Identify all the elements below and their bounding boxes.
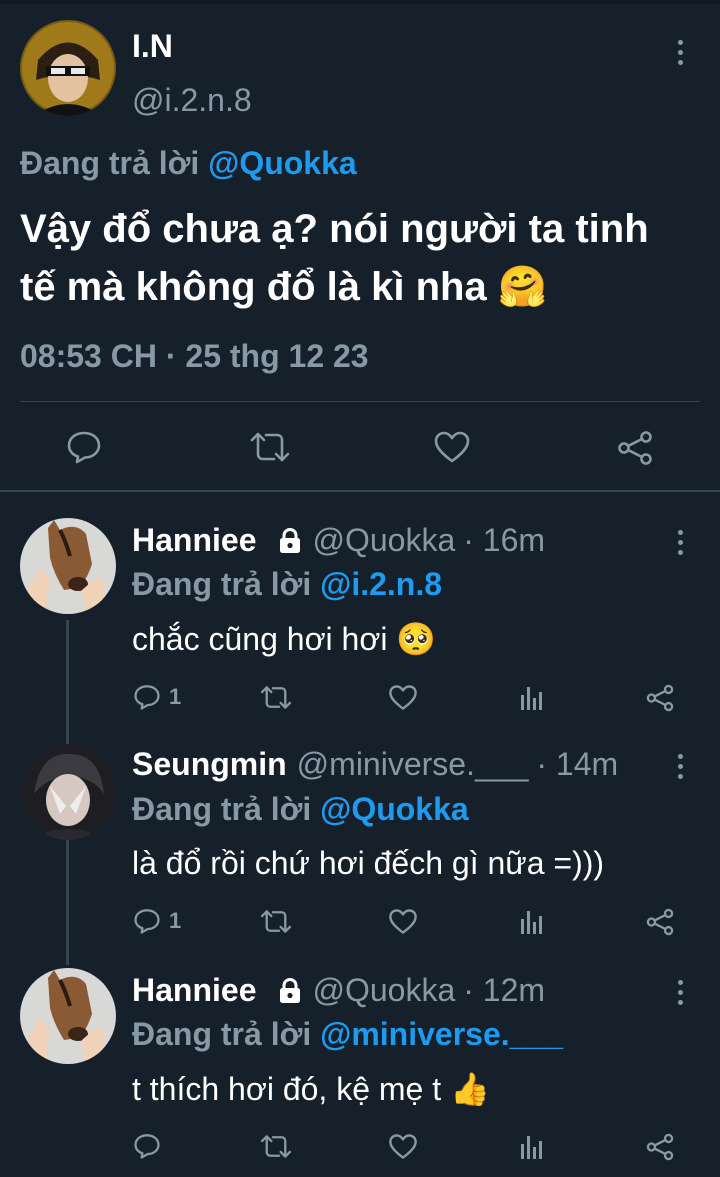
reply-icon[interactable] <box>66 430 102 464</box>
avatar-main-image <box>20 20 116 116</box>
reply-icon <box>134 685 160 710</box>
reply-2-handle[interactable]: @miniverse.___ <box>297 746 529 783</box>
reply-2-like-icon[interactable] <box>388 908 418 935</box>
main-divider-top <box>20 401 700 402</box>
reply-2-text: là đổ rồi chứ hơi đếch gì nữa =))) <box>132 845 605 881</box>
reply-1-replying-to: Đang trả lời @i.2.n.8 <box>132 566 442 603</box>
reply-2-replying-to-label: Đang trả lời <box>132 791 312 827</box>
thumbs-up-emoji: 👍 <box>450 1070 490 1108</box>
lock-icon <box>278 527 302 554</box>
retweet-icon[interactable] <box>248 430 292 464</box>
reply-1-reply-count: 1 <box>169 684 182 709</box>
horse-mask-avatar-image <box>20 518 116 614</box>
reply-3-more-icon[interactable] <box>675 980 685 1005</box>
main-tweet-text: Vậy đổ chưa ạ? nói người ta tinh tế mà k… <box>20 200 649 316</box>
reply-2-reply-button[interactable]: 1 <box>133 908 181 934</box>
reply-1-reply-button[interactable]: 1 <box>133 684 181 710</box>
main-tweet-text-line1: Vậy đổ chưa ạ? nói người ta tinh <box>20 207 649 251</box>
main-tweet-text-line2: tế mà không đổ là kì nha <box>20 265 487 309</box>
reply-1-handle[interactable]: @Quokka <box>312 522 455 559</box>
reply-1-replying-to-handle[interactable]: @i.2.n.8 <box>320 566 442 602</box>
top-status-strip <box>0 0 720 4</box>
main-divider-bottom <box>0 490 720 492</box>
reply-1-text-block: chắc cũng hơi hơi 🥺 <box>132 620 436 658</box>
main-more-icon[interactable] <box>675 40 685 65</box>
reply-3-reply-icon[interactable] <box>133 1133 161 1159</box>
reply-2-replying-to: Đang trả lời @Quokka <box>132 791 469 828</box>
reply-2-header: Seungmin @miniverse.___ · 14m <box>132 746 618 783</box>
main-replying-to-label: Đang trả lời <box>20 145 200 181</box>
reply-2-analytics-icon[interactable] <box>519 908 543 936</box>
reply-1-more-icon[interactable] <box>675 530 685 555</box>
seungmin-avatar-image <box>20 744 116 840</box>
like-icon[interactable] <box>433 430 471 464</box>
reply-1-time[interactable]: · 16m <box>463 522 545 559</box>
reply-1-analytics-icon[interactable] <box>519 684 543 712</box>
reply-2-display-name[interactable]: Seungmin <box>132 746 287 783</box>
main-replying-to-handle[interactable]: @Quokka <box>208 145 357 181</box>
hugging-face-emoji: 🤗 <box>497 264 548 310</box>
reply-2-time[interactable]: · 14m <box>536 746 618 783</box>
reply-1-share-icon[interactable] <box>646 684 674 712</box>
reply-3-text-block: t thích hơi đó, kệ mẹ t 👍 <box>132 1070 490 1108</box>
reply-1-retweet-icon[interactable] <box>259 684 293 711</box>
avatar-reply-2[interactable] <box>20 744 116 840</box>
reply-3-time[interactable]: · 12m <box>463 972 545 1009</box>
reply-3-analytics-icon[interactable] <box>519 1133 543 1161</box>
reply-1-text: chắc cũng hơi hơi <box>132 621 388 657</box>
reply-3-like-icon[interactable] <box>388 1133 418 1160</box>
reply-3-replying-to-label: Đang trả lời <box>132 1016 312 1052</box>
reply-3-display-name[interactable]: Hanniee <box>132 972 256 1009</box>
reply-1-header: Hanniee @Quokka · 16m <box>132 522 545 559</box>
reply-1-replying-to-label: Đang trả lời <box>132 566 312 602</box>
reply-1-display-name[interactable]: Hanniee <box>132 522 256 559</box>
main-display-name[interactable]: I.N <box>132 28 173 65</box>
pleading-face-emoji: 🥺 <box>396 620 437 658</box>
reply-2-retweet-icon[interactable] <box>259 908 293 935</box>
main-timestamp[interactable]: 08:53 CH · 25 thg 12 23 <box>20 338 369 375</box>
reply-3-share-icon[interactable] <box>646 1133 674 1161</box>
reply-2-replying-to-handle[interactable]: @Quokka <box>320 791 469 827</box>
reply-2-share-icon[interactable] <box>646 908 674 936</box>
reply-3-header: Hanniee @Quokka · 12m <box>132 972 545 1009</box>
reply-3-retweet-icon[interactable] <box>259 1133 293 1160</box>
avatar-reply-3[interactable] <box>20 968 116 1064</box>
reply-icon <box>134 909 160 934</box>
reply-1-like-icon[interactable] <box>388 684 418 711</box>
reply-3-replying-to-handle[interactable]: @miniverse.___ <box>320 1016 563 1052</box>
avatar-main[interactable] <box>20 20 116 116</box>
reply-3-text: t thích hơi đó, kệ mẹ t <box>132 1071 442 1107</box>
lock-icon <box>278 977 302 1004</box>
main-replying-to: Đang trả lời @Quokka <box>20 145 357 182</box>
reply-2-reply-count: 1 <box>169 908 182 933</box>
horse-mask-avatar-image <box>20 968 116 1064</box>
reply-2-more-icon[interactable] <box>675 754 685 779</box>
share-icon[interactable] <box>617 430 653 466</box>
main-handle[interactable]: @i.2.n.8 <box>132 82 252 119</box>
reply-3-replying-to: Đang trả lời @miniverse.___ <box>132 1016 563 1053</box>
avatar-reply-1[interactable] <box>20 518 116 614</box>
reply-3-handle[interactable]: @Quokka <box>312 972 455 1009</box>
